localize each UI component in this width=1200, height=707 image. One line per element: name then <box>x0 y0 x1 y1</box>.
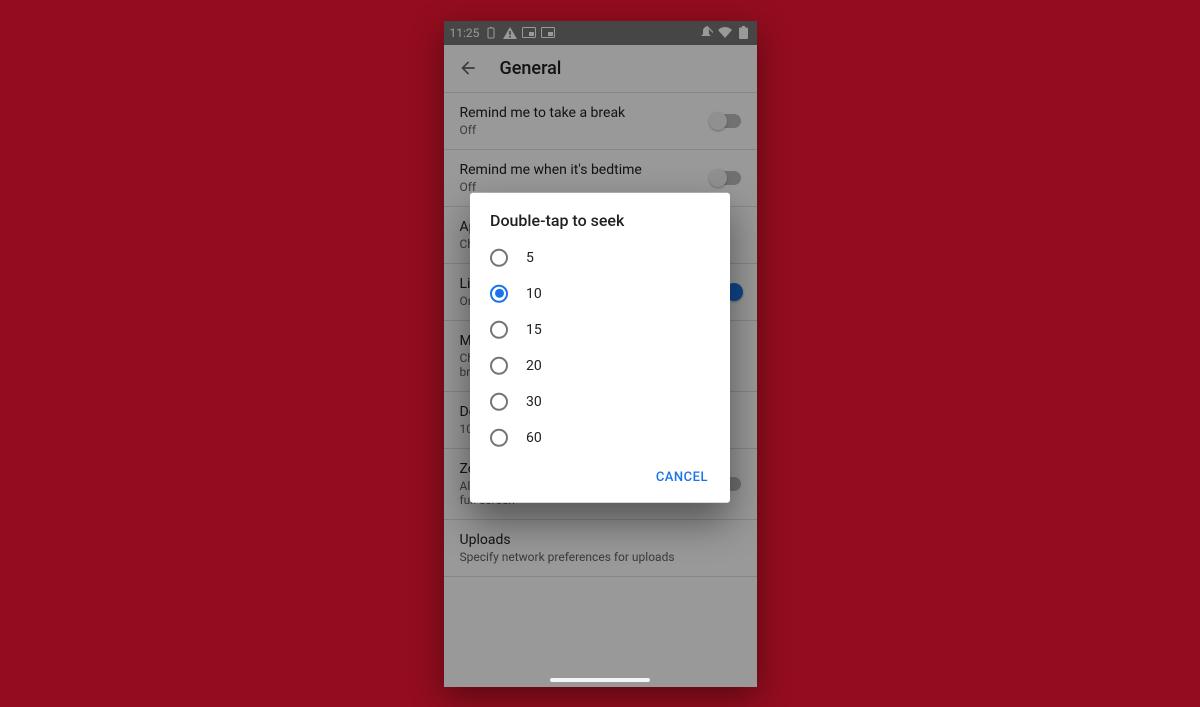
radio-icon <box>490 392 508 410</box>
seek-option-label: 30 <box>526 393 542 409</box>
seek-option-label: 15 <box>526 321 542 337</box>
seek-option-5[interactable]: 5 <box>470 239 730 275</box>
radio-icon <box>490 356 508 374</box>
seek-option-10[interactable]: 10 <box>470 275 730 311</box>
dialog-title: Double-tap to seek <box>470 210 730 229</box>
seek-option-60[interactable]: 60 <box>470 419 730 455</box>
gesture-pill <box>550 678 650 682</box>
seek-option-label: 20 <box>526 357 542 373</box>
radio-icon <box>490 248 508 266</box>
seek-option-label: 5 <box>526 249 534 265</box>
radio-icon <box>490 284 508 302</box>
seek-option-30[interactable]: 30 <box>470 383 730 419</box>
seek-option-20[interactable]: 20 <box>470 347 730 383</box>
cancel-button[interactable]: CANCEL <box>646 461 718 492</box>
radio-icon <box>490 428 508 446</box>
radio-icon <box>490 320 508 338</box>
seek-dialog: Double-tap to seek 5 10 15 20 30 60 CANCEL <box>470 192 730 502</box>
seek-option-label: 10 <box>526 285 542 301</box>
seek-option-15[interactable]: 15 <box>470 311 730 347</box>
seek-option-label: 60 <box>526 429 542 445</box>
phone-frame: 11:25 <box>444 21 757 687</box>
